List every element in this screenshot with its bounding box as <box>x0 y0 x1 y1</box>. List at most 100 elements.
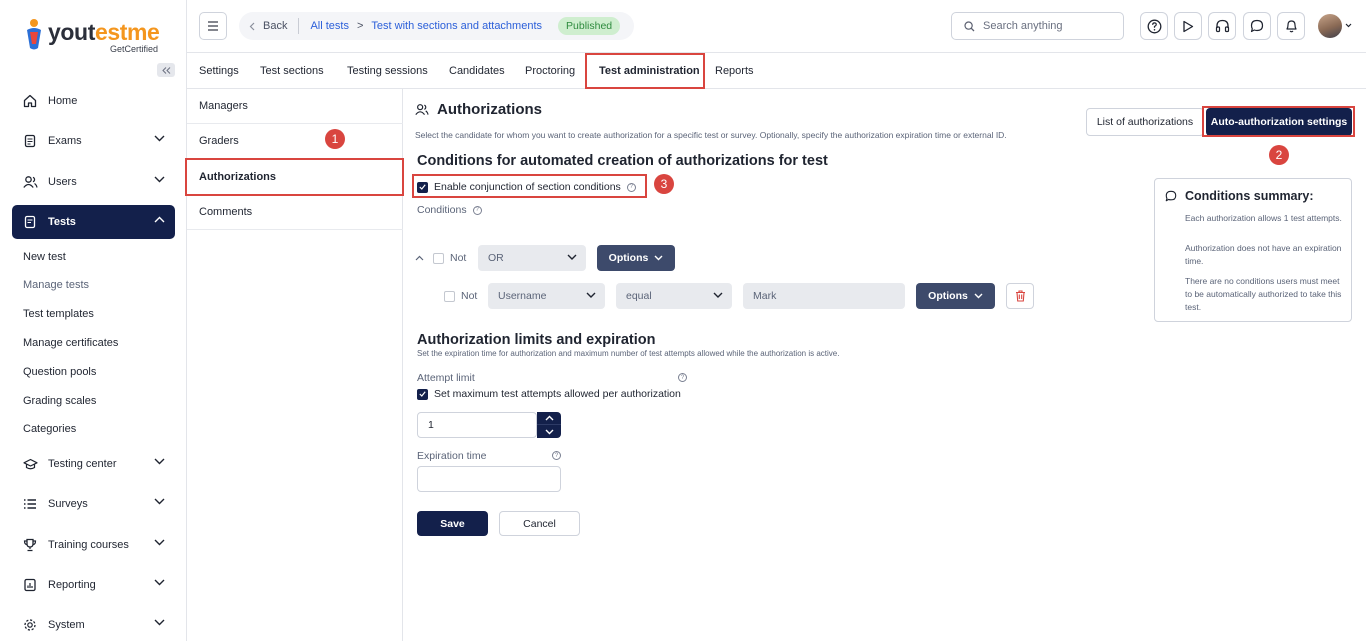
chevron-down-icon <box>654 255 663 261</box>
stepper-up-button[interactable] <box>537 412 561 425</box>
status-badge: Published <box>558 17 621 35</box>
brand-logo[interactable]: youtestme GetCertified <box>24 16 164 56</box>
chat-button[interactable] <box>1243 12 1271 40</box>
play-tutorial-button[interactable] <box>1174 12 1202 40</box>
tab-settings[interactable]: Settings <box>199 53 239 89</box>
chevron-up-icon[interactable] <box>415 255 424 261</box>
submenu-item-graders[interactable]: Graders <box>187 124 403 159</box>
options-label: Options <box>928 290 968 302</box>
page-description: Select the candidate for whom you want t… <box>415 130 1007 140</box>
sidebar-subitem-question-pools[interactable]: Question pools <box>23 366 96 378</box>
submenu-item-comments[interactable]: Comments <box>187 195 403 230</box>
help-icon[interactable]: ? <box>472 205 482 215</box>
chevron-down-icon <box>154 539 165 546</box>
chevron-up-icon <box>154 216 165 223</box>
back-button[interactable]: Back <box>239 20 287 32</box>
chevron-up-icon <box>545 415 553 421</box>
search-input[interactable]: Search anything <box>951 12 1124 40</box>
sidebar-item-users[interactable]: Users <box>12 165 175 199</box>
sidebar-subitem-new-test[interactable]: New test <box>23 251 66 263</box>
annotation-marker: 3 <box>654 174 674 194</box>
highlight-test-administration <box>585 53 705 89</box>
tab-testing-sessions[interactable]: Testing sessions <box>347 53 428 89</box>
cancel-button[interactable]: Cancel <box>499 511 580 536</box>
breadcrumb-separator: > <box>356 20 364 32</box>
brand-tagline: GetCertified <box>110 44 159 54</box>
breadcrumb-current-test[interactable]: Test with sections and attachments <box>371 20 542 32</box>
sidebar-item-testing-center[interactable]: Testing center <box>12 447 175 481</box>
sidebar-item-training-courses[interactable]: Training courses <box>12 528 175 562</box>
attempts-stepper[interactable] <box>537 412 561 438</box>
tab-candidates[interactable]: Candidates <box>449 53 505 89</box>
play-icon <box>1183 20 1194 32</box>
graduation-cap-icon <box>22 456 38 472</box>
tab-test-sections[interactable]: Test sections <box>260 53 324 89</box>
expiration-time-label: Expiration time <box>417 450 487 462</box>
sidebar-subitem-test-templates[interactable]: Test templates <box>23 308 94 320</box>
condition-not-label: Not <box>461 290 478 302</box>
help-icon[interactable]: ? <box>552 451 561 460</box>
help-button[interactable] <box>1140 12 1168 40</box>
avatar[interactable] <box>1318 14 1342 38</box>
chevron-down-icon <box>567 254 577 260</box>
conditions-summary-card: Conditions summary: Each authorization a… <box>1154 178 1352 322</box>
chevron-down-icon <box>713 292 723 298</box>
sidebar-item-system[interactable]: System <box>12 608 175 642</box>
hamburger-menu-button[interactable] <box>199 12 227 40</box>
expiration-time-input[interactable] <box>417 466 561 492</box>
conditions-label: Conditions ? <box>417 204 482 216</box>
logo-mark-icon <box>27 19 41 50</box>
hamburger-icon <box>208 21 218 31</box>
trash-icon <box>1015 290 1025 302</box>
group-not-label: Not <box>450 252 467 264</box>
collapse-sidebar-button[interactable] <box>157 63 175 77</box>
attempts-input[interactable]: 1 <box>417 412 537 438</box>
sidebar-item-label: Testing center <box>48 458 117 470</box>
sidebar-subitem-manage-tests[interactable]: Manage tests <box>23 279 89 291</box>
condition-operator-select[interactable]: equal <box>616 283 732 309</box>
notifications-button[interactable] <box>1277 12 1305 40</box>
summary-line: There are no conditions users must meet … <box>1185 276 1342 312</box>
condition-value-input[interactable]: Mark <box>743 283 905 309</box>
delete-condition-button[interactable] <box>1006 283 1034 309</box>
support-button[interactable] <box>1208 12 1236 40</box>
chevron-down-icon <box>586 292 596 298</box>
chevron-down-icon <box>974 293 983 299</box>
breadcrumb-all-tests[interactable]: All tests <box>310 20 349 32</box>
group-options-button[interactable]: Options <box>597 245 675 271</box>
sidebar-subitem-categories[interactable]: Categories <box>23 423 76 435</box>
sidebar-item-surveys[interactable]: Surveys <box>12 487 175 521</box>
highlight-auto-authorization <box>1202 106 1355 137</box>
summary-line: Authorization does not have an expiratio… <box>1185 243 1342 266</box>
summary-line: Each authorization allows 1 test attempt… <box>1185 213 1342 223</box>
tab-proctoring[interactable]: Proctoring <box>525 53 575 89</box>
tab-reports[interactable]: Reports <box>715 53 754 89</box>
document-icon <box>22 133 38 149</box>
sidebar-item-tests[interactable]: Tests <box>12 205 175 239</box>
chevron-down-icon <box>154 619 165 626</box>
home-icon <box>22 93 38 109</box>
group-not-checkbox[interactable] <box>433 253 444 264</box>
stepper-down-button[interactable] <box>537 425 561 438</box>
trophy-icon <box>22 537 38 553</box>
list-of-authorizations-button[interactable]: List of authorizations <box>1086 108 1204 136</box>
set-max-attempts-checkbox[interactable]: Set maximum test attempts allowed per au… <box>417 388 681 400</box>
gear-icon <box>22 617 38 633</box>
group-logic-select[interactable]: OR <box>478 245 586 271</box>
sidebar-item-exams[interactable]: Exams <box>12 124 175 158</box>
sidebar-item-reporting[interactable]: Reporting <box>12 568 175 602</box>
help-icon[interactable]: ? <box>678 373 687 382</box>
condition-not-checkbox[interactable] <box>444 291 455 302</box>
test-icon <box>22 214 38 230</box>
submenu-item-managers[interactable]: Managers <box>187 89 403 124</box>
tab-bar: Settings Test sections Testing sessions … <box>187 53 1366 89</box>
condition-field-select[interactable]: Username <box>488 283 605 309</box>
sidebar-item-label: Tests <box>48 216 76 228</box>
chevron-down-icon[interactable] <box>1345 23 1352 28</box>
sidebar-subitem-manage-certificates[interactable]: Manage certificates <box>23 337 118 349</box>
sidebar-subitem-grading-scales[interactable]: Grading scales <box>23 395 96 407</box>
sidebar-item-home[interactable]: Home <box>12 84 175 118</box>
chevron-left-icon <box>249 22 255 30</box>
condition-options-button[interactable]: Options <box>916 283 995 309</box>
save-button[interactable]: Save <box>417 511 488 536</box>
